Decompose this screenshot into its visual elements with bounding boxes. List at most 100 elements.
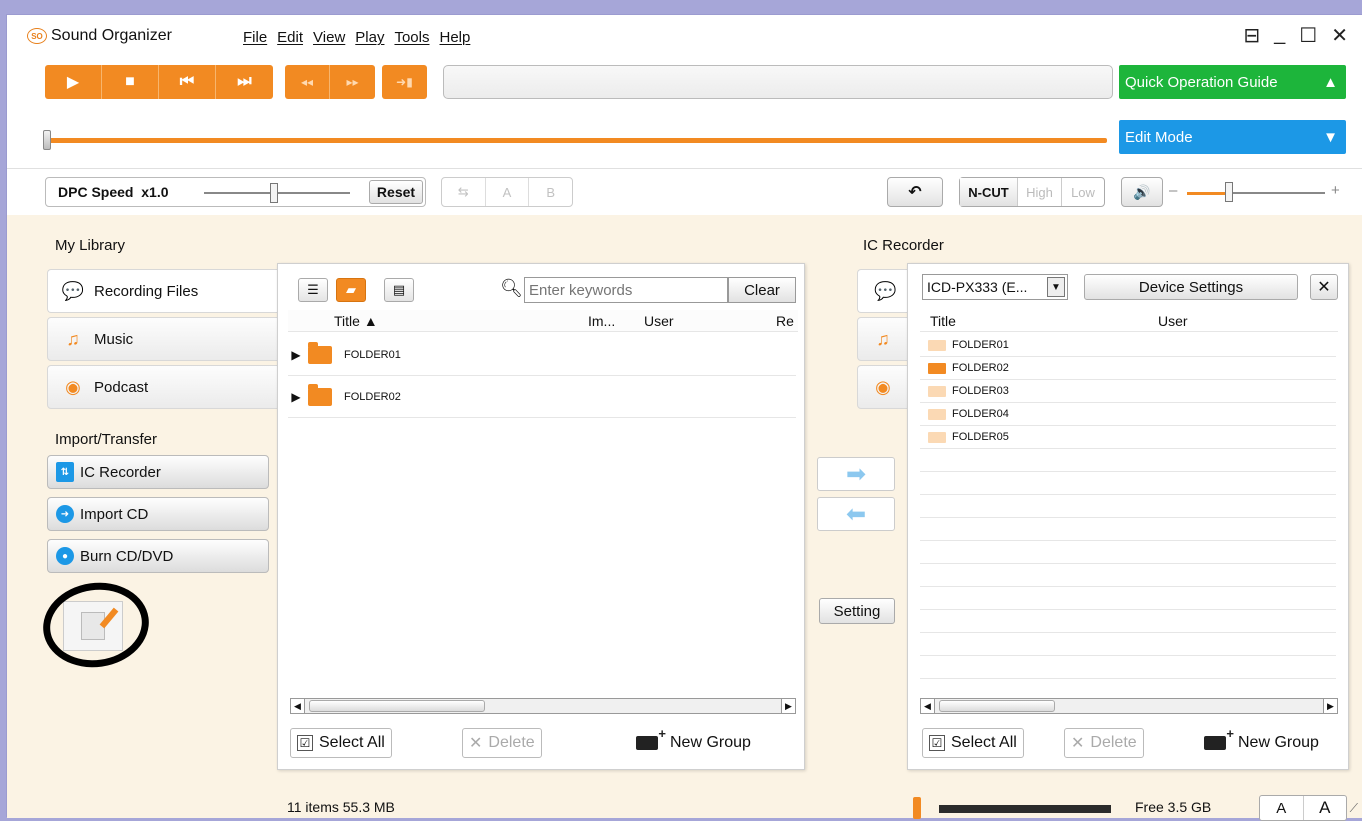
ic-scrollbar-thumb[interactable] [939,700,1055,712]
resize-grip-icon[interactable]: ⟋ [1350,801,1358,816]
expand-triangle-icon[interactable]: ▶ [288,390,304,404]
maximize-icon[interactable]: ☐ [1299,23,1317,48]
menu-tools[interactable]: Tools [394,29,429,46]
ic-select-all-button[interactable]: ☑ Select All [922,728,1024,758]
jump-button[interactable]: ➜▮ [382,65,427,99]
title-bar: SO Sound Organizer File Edit View Play T… [7,15,1362,59]
table-row[interactable]: FOLDER01 [920,334,1336,357]
close-device-button[interactable]: ✕ [1310,274,1338,300]
tab-recording-files-label: Recording Files [94,282,199,300]
playback-progress-track[interactable] [45,138,1107,143]
table-row[interactable]: FOLDER03 [920,380,1336,403]
ic-tab-recording-files[interactable]: 💬 [857,269,913,313]
column-re[interactable]: Re [776,313,794,329]
ic-recorder-button[interactable]: ⇅ IC Recorder [47,455,269,489]
menu-view[interactable]: View [313,29,345,46]
ic-new-group-button[interactable]: New Group [1198,726,1325,758]
volume-button[interactable]: 🔊 [1121,177,1163,207]
volume-track-filled[interactable] [1187,192,1229,195]
tab-music[interactable]: ♫ Music [47,317,279,361]
scroll-left-icon[interactable]: ◀ [291,699,305,713]
volume-handle[interactable] [1225,182,1233,202]
podcast-icon: ◉ [875,376,891,397]
setting-button[interactable]: Setting [819,598,895,624]
stop-button[interactable]: ■ [102,65,159,99]
clear-button[interactable]: Clear [728,277,796,303]
import-cd-icon: ➜ [56,505,74,523]
ic-column-user[interactable]: User [1158,313,1188,329]
menu-file[interactable]: File [243,29,267,46]
transfer-to-library-button[interactable]: ⬅ [817,497,895,531]
new-group-button[interactable]: New Group [630,726,757,758]
folder-name: FOLDER05 [952,431,1009,443]
menu-bar: File Edit View Play Tools Help [243,29,470,46]
next-button[interactable]: ⏭ [216,65,273,99]
play-button[interactable]: ▶ [45,65,102,99]
reset-button[interactable]: Reset [369,180,423,204]
table-row[interactable]: FOLDER05 [920,426,1336,449]
n-cut-button[interactable]: N-CUT [960,178,1018,206]
delete-label: Delete [488,734,535,751]
table-row[interactable]: FOLDER04 [920,403,1336,426]
select-all-button[interactable]: ☑ Select All [290,728,392,758]
ic-tab-podcast[interactable]: ◉ [857,365,909,409]
compact-mode-icon[interactable]: ⊟ [1243,23,1260,48]
b-point-button[interactable]: B [529,178,572,206]
tab-recording-files[interactable]: 💬 Recording Files [47,269,285,313]
undo-arrow-button[interactable]: ↶ [887,177,943,207]
close-window-icon[interactable]: ✕ [1331,23,1348,48]
search-input[interactable] [524,277,728,303]
list-item[interactable]: ▶ FOLDER01 [288,334,796,376]
tab-podcast[interactable]: ◉ Podcast [47,365,279,409]
folder-view-button[interactable]: ▰ [336,278,366,302]
folder-name: FOLDER01 [952,339,1009,351]
ic-tab-music[interactable]: ♫ [857,317,909,361]
rewind-button[interactable]: ◂◂ [285,65,330,99]
detail-view-button[interactable]: ▤ [384,278,414,302]
menu-help[interactable]: Help [440,29,471,46]
high-button[interactable]: High [1018,178,1062,206]
a-point-button[interactable]: A [486,178,530,206]
list-item[interactable]: ▶ FOLDER02 [288,376,796,418]
burn-cd-dvd-button[interactable]: ● Burn CD/DVD [47,539,269,573]
font-small-button[interactable]: A [1260,796,1304,820]
menu-play[interactable]: Play [355,29,384,46]
forward-button[interactable]: ▸▸ [330,65,375,99]
table-row[interactable]: FOLDER02 [920,357,1336,380]
ic-delete-button[interactable]: ✕ Delete [1064,728,1144,758]
ic-column-title[interactable]: Title [930,313,956,329]
device-select[interactable]: ICD-PX333 (E... ▼ [922,274,1068,300]
playback-progress-handle[interactable] [43,130,51,150]
expand-triangle-icon[interactable]: ▶ [288,348,304,362]
ic-horizontal-scrollbar[interactable]: ◀ ▶ [920,698,1338,714]
list-icon: ☰ [307,282,319,297]
font-large-button[interactable]: A [1304,796,1347,820]
scroll-left-icon[interactable]: ◀ [921,699,935,713]
dpc-speed-control: DPC Speed x1.0 Reset [45,177,426,207]
transfer-to-recorder-button[interactable]: ➡ [817,457,895,491]
quick-operation-guide-button[interactable]: Quick Operation Guide ▲ [1119,65,1346,99]
column-title[interactable]: Title ▲ [334,313,378,329]
previous-button[interactable]: ⏮ [159,65,216,99]
low-button[interactable]: Low [1062,178,1104,206]
scroll-right-icon[interactable]: ▶ [1323,699,1337,713]
edit-mode-button[interactable]: Edit Mode ▼ [1119,120,1346,154]
import-cd-button[interactable]: ➜ Import CD [47,497,269,531]
menu-edit[interactable]: Edit [277,29,303,46]
delete-button[interactable]: ✕ Delete [462,728,542,758]
hand-drawn-circle [37,576,155,674]
folder-name: FOLDER01 [344,348,401,361]
list-view-button[interactable]: ☰ [298,278,328,302]
scroll-right-icon[interactable]: ▶ [781,699,795,713]
free-space-text: Free 3.5 GB [1135,799,1212,815]
volume-track[interactable] [1229,192,1325,194]
dpc-speed-handle[interactable] [270,183,278,203]
horizontal-scrollbar[interactable]: ◀ ▶ [290,698,796,714]
device-settings-button[interactable]: Device Settings [1084,274,1298,300]
column-image[interactable]: Im... [588,313,615,329]
minimize-icon[interactable]: _ [1274,23,1285,48]
scrollbar-thumb[interactable] [309,700,485,712]
column-user[interactable]: User [644,313,674,329]
repeat-icon[interactable]: ⇆ [442,178,486,206]
chevron-down-icon[interactable]: ▼ [1047,277,1065,297]
